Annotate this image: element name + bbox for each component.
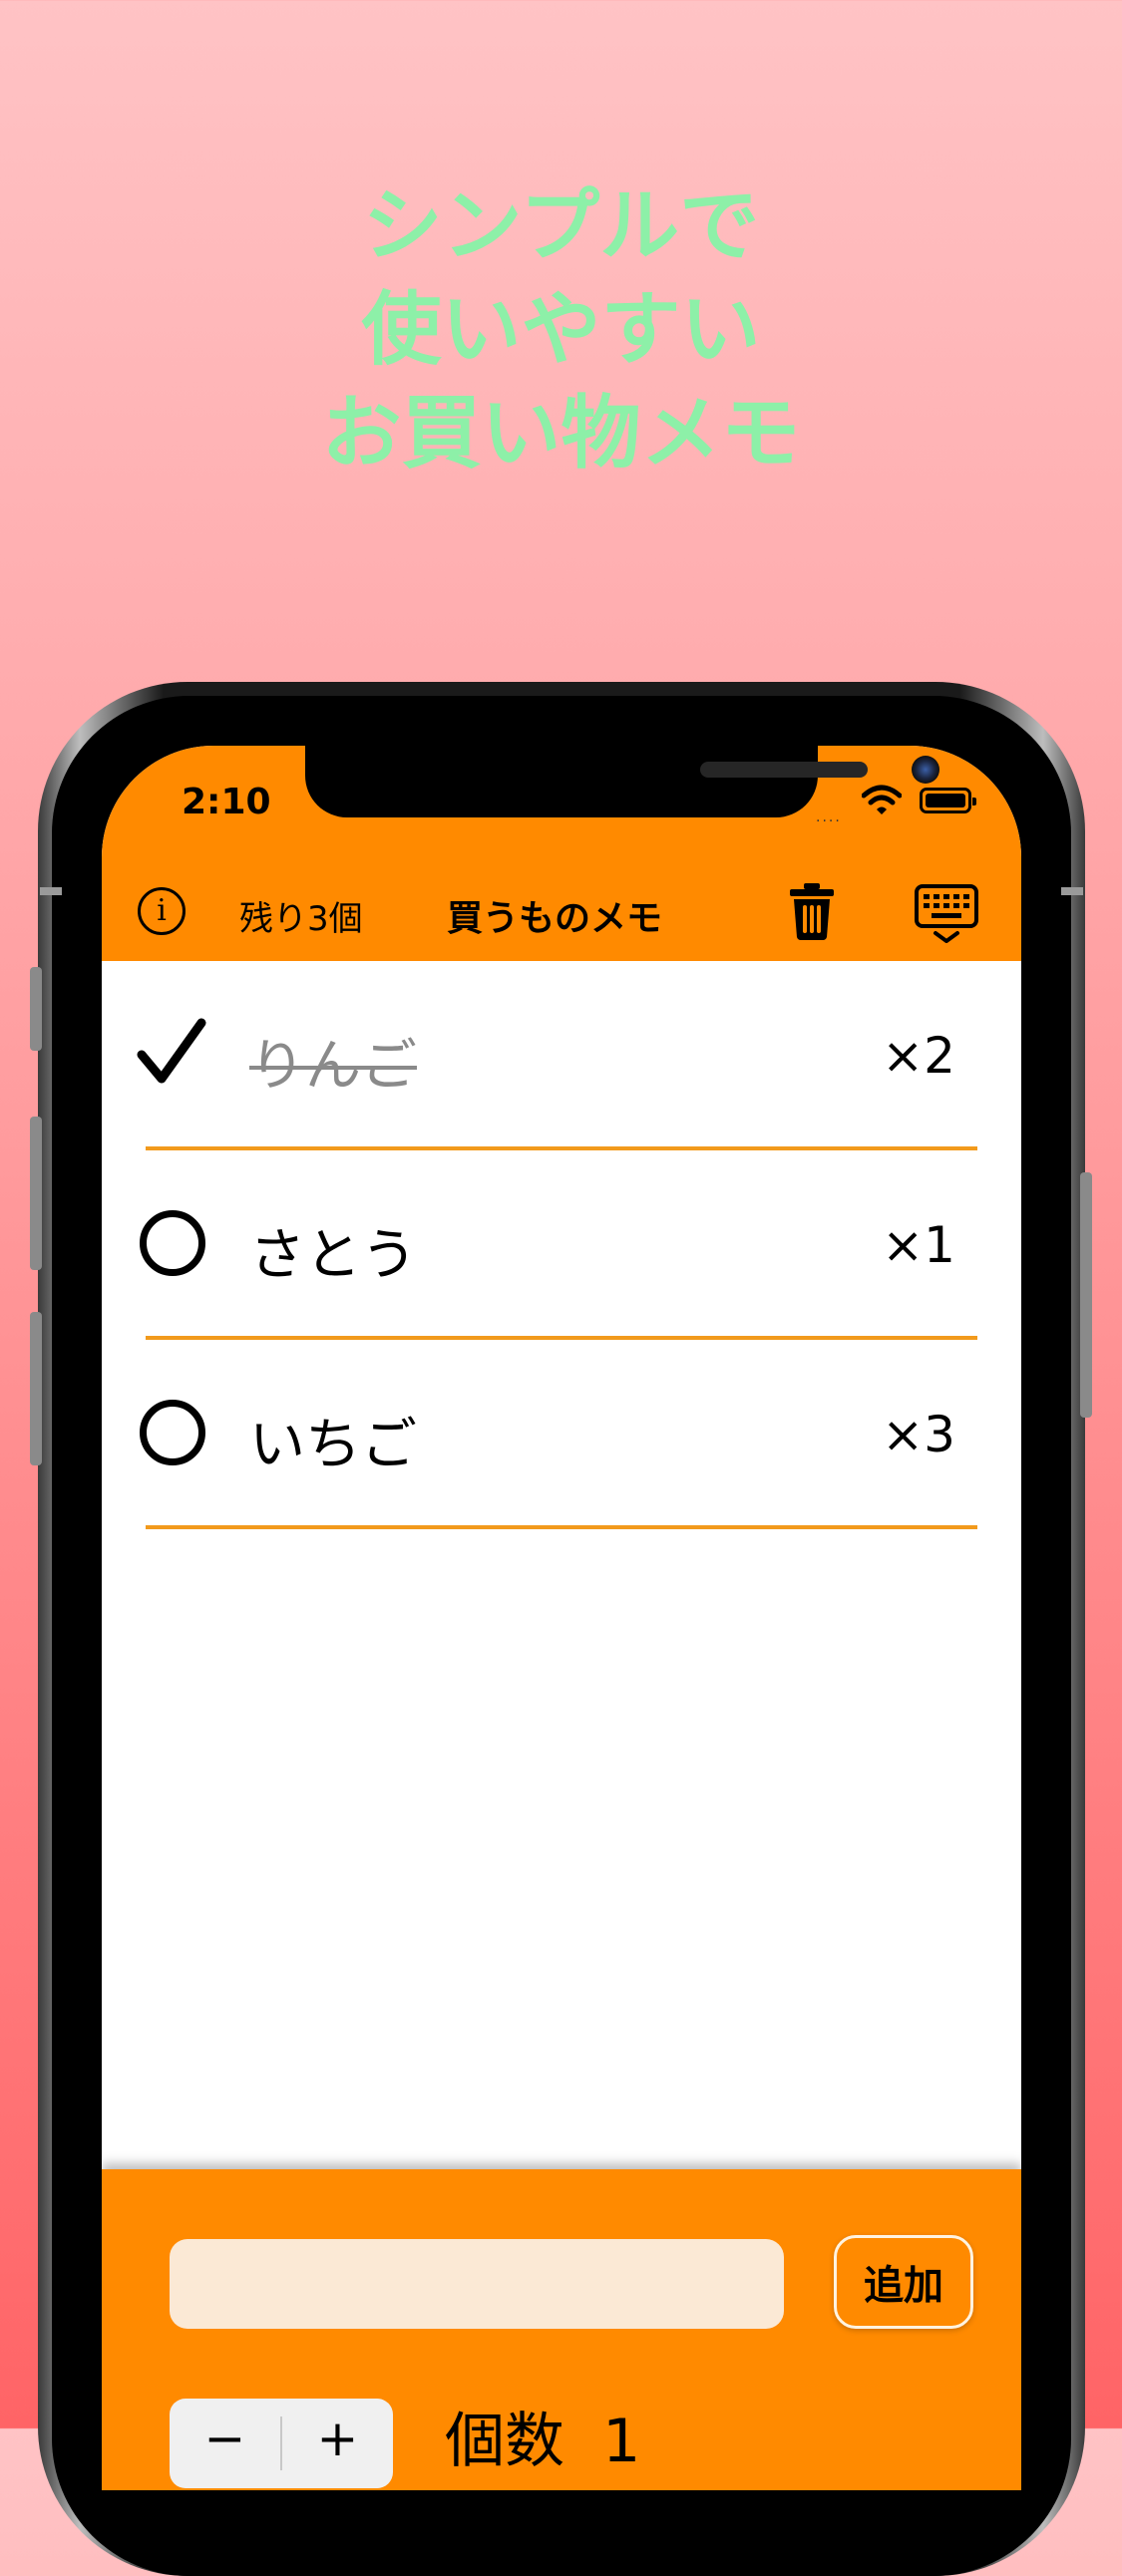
item-name: いちご — [249, 1413, 417, 1477]
page-title: 買うものメモ — [447, 898, 663, 939]
list-item[interactable]: さとう ×1 — [102, 1150, 1021, 1340]
promo-line-2: 使いやすい — [361, 283, 761, 376]
promo-heading: シンプルで 使いやすい お買い物メモ — [0, 174, 1122, 485]
silent-switch — [30, 967, 42, 1051]
list-item[interactable]: いちご ×3 — [102, 1340, 1021, 1529]
item-name: りんご — [249, 1034, 417, 1099]
promo-line-1: シンプルで — [362, 179, 760, 272]
antenna-band — [40, 887, 62, 895]
status-time: 2:10 — [182, 782, 271, 822]
item-name-input[interactable] — [170, 2239, 784, 2329]
power-button — [1080, 1172, 1092, 1418]
app-screen: 2:10 .... i 残り3個 買うものメモ りんご ×2 さとう ×1 いち… — [102, 746, 1021, 2490]
trash-icon[interactable] — [786, 881, 838, 941]
battery-icon — [920, 788, 976, 813]
quantity-label: 個数 1 — [445, 2393, 640, 2479]
item-quantity: ×2 — [882, 1027, 955, 1085]
remaining-count: 残り3個 — [239, 899, 363, 939]
stepper-decrement-button[interactable]: − — [170, 2399, 280, 2488]
checkmark-icon[interactable] — [136, 1017, 207, 1089]
notch — [305, 746, 939, 817]
battery-level — [926, 794, 965, 807]
promo-line-3: お買い物メモ — [321, 387, 801, 480]
item-name: さとう — [249, 1223, 417, 1288]
quantity-label-text: 個数 — [445, 2407, 564, 2476]
volume-up-button — [30, 1117, 42, 1270]
unchecked-circle-icon[interactable] — [140, 1210, 205, 1276]
shopping-list: りんご ×2 さとう ×1 いちご ×3 — [102, 961, 1021, 1529]
wifi-icon — [862, 785, 902, 814]
quantity-stepper[interactable]: − + — [170, 2399, 393, 2488]
row-divider — [146, 1525, 977, 1529]
add-item-panel: 追加 − + 個数 1 — [102, 2169, 1021, 2490]
item-quantity: ×1 — [882, 1216, 955, 1274]
info-icon[interactable]: i — [138, 887, 186, 935]
status-bar: 2:10 .... — [102, 746, 1021, 861]
speaker-grille — [700, 762, 868, 778]
stepper-increment-button[interactable]: + — [282, 2399, 393, 2488]
unchecked-circle-icon[interactable] — [140, 1400, 205, 1465]
list-item[interactable]: りんご ×2 — [102, 961, 1021, 1150]
item-quantity: ×3 — [882, 1406, 955, 1463]
add-button[interactable]: 追加 — [834, 2235, 973, 2329]
cellular-signal-icon: .... — [816, 809, 842, 825]
antenna-band — [1061, 887, 1083, 895]
nav-bar: i 残り3個 買うものメモ — [102, 861, 1021, 961]
front-camera — [912, 756, 939, 784]
volume-down-button — [30, 1312, 42, 1465]
quantity-value: 1 — [602, 2407, 641, 2476]
keyboard-dismiss-icon[interactable] — [914, 883, 979, 945]
